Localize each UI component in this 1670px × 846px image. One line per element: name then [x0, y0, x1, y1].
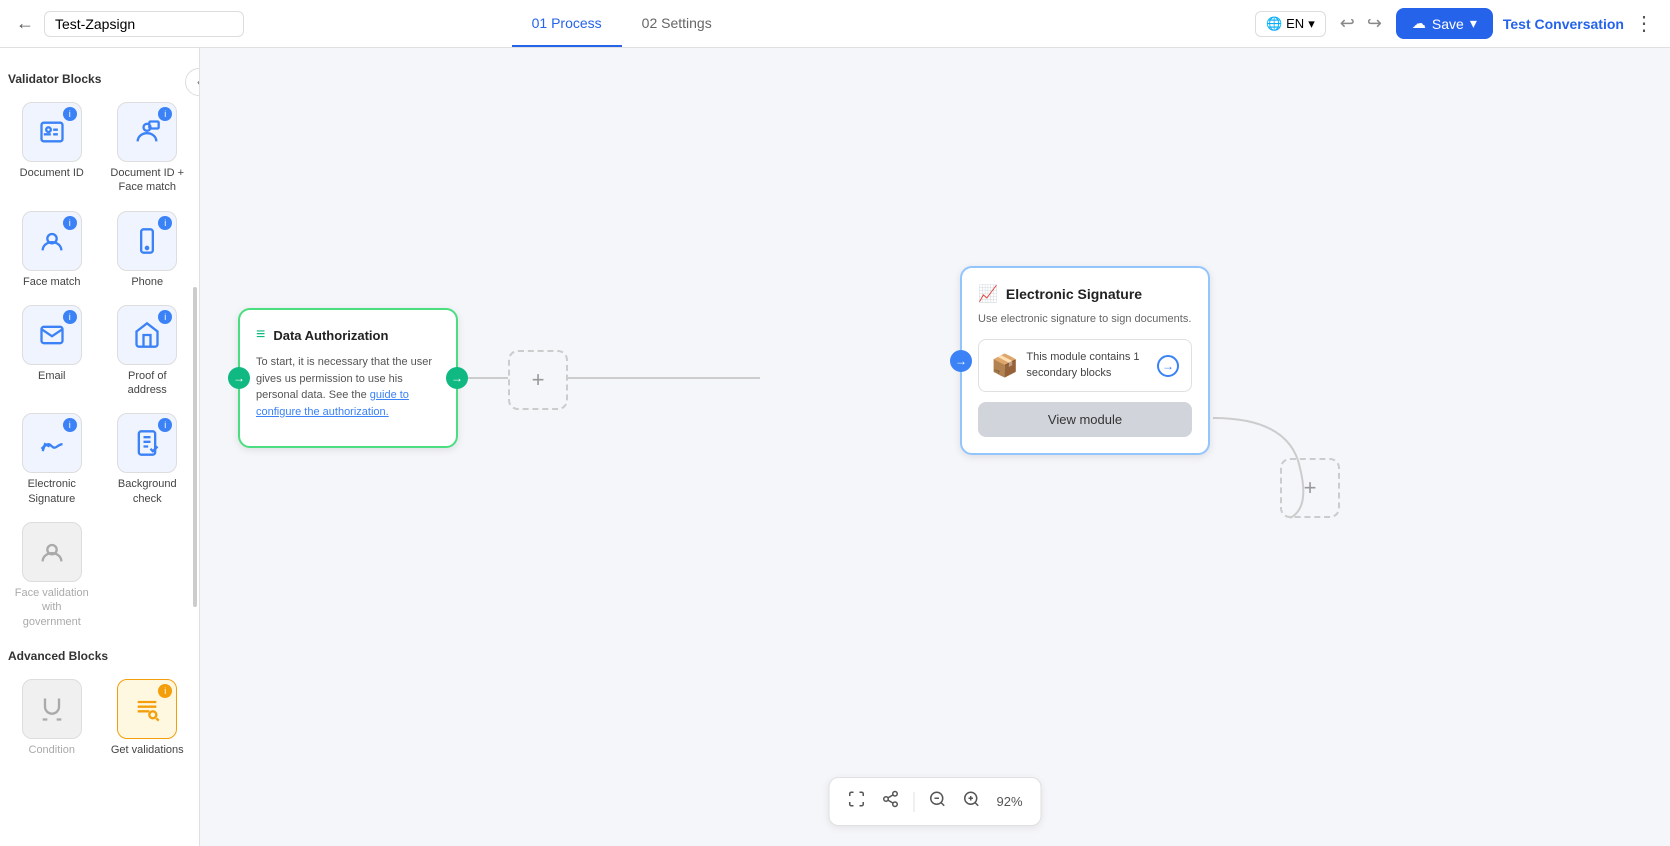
tab-settings[interactable]: 02 Settings — [622, 1, 732, 47]
secondary-blocks-text: This module contains 1 secondary blocks — [1026, 350, 1149, 381]
block-bg-check-icon: i — [117, 413, 177, 473]
node-data-auth-left-connector: → — [228, 367, 250, 389]
node-plus-after-esign[interactable]: + — [1280, 458, 1340, 518]
globe-icon: 🌐 — [1266, 16, 1282, 32]
advanced-section-title: Advanced Blocks — [8, 649, 191, 663]
save-label: Save — [1432, 16, 1464, 32]
header: ← 01 Process 02 Settings 🌐 EN ▾ ↩ ↪ ☁ Sa… — [0, 0, 1670, 48]
header-tabs: 01 Process 02 Settings — [512, 1, 732, 47]
cloud-icon: ☁ — [1412, 15, 1426, 32]
block-condition: Condition — [8, 675, 96, 761]
zoom-level-label: 92% — [990, 794, 1028, 809]
block-get-validations[interactable]: i Get validations — [104, 675, 192, 761]
info-dot: i — [63, 107, 77, 121]
block-get-validations-label: Get validations — [111, 743, 184, 757]
block-document-id-label: Document ID — [20, 166, 84, 180]
node-plus-placeholder[interactable]: + — [508, 350, 568, 410]
redo-button[interactable]: ↪ — [1363, 11, 1386, 36]
info-dot: i — [63, 216, 77, 230]
sidebar-toggle-button[interactable]: ‹ — [185, 68, 200, 96]
node-esign-subtitle: Use electronic signature to sign documen… — [978, 312, 1192, 327]
block-esign-label: Electronic Signature — [12, 477, 92, 506]
node-electronic-signature[interactable]: → 📈 Electronic Signature Use electronic … — [960, 266, 1210, 455]
block-proof-address-label: Proof of address — [108, 369, 188, 398]
view-module-button[interactable]: View module — [978, 402, 1192, 437]
title-input[interactable] — [44, 11, 244, 37]
more-options-button[interactable]: ⋮ — [1634, 11, 1654, 36]
sidebar: ‹ Validator Blocks i Document ID i Docum… — [0, 48, 200, 846]
block-email-label: Email — [38, 369, 66, 383]
block-document-id[interactable]: i Document ID — [8, 98, 96, 199]
canvas: → ≡ Data Authorization To start, it is n… — [200, 48, 1670, 846]
block-phone-icon: i — [117, 211, 177, 271]
info-dot: i — [158, 310, 172, 324]
node-esign-header: 📈 Electronic Signature — [978, 284, 1192, 304]
block-document-id-icon: i — [22, 102, 82, 162]
share-button[interactable] — [875, 784, 905, 819]
scrollbar[interactable] — [193, 287, 197, 606]
block-face-gov: Face validation with government — [8, 518, 96, 633]
block-condition-icon — [22, 679, 82, 739]
toolbar-divider — [913, 792, 914, 812]
node-esign-left-connector: → — [950, 350, 972, 372]
save-chevron-icon: ▾ — [1470, 15, 1477, 32]
zoom-in-button[interactable] — [956, 784, 986, 819]
lang-label: EN — [1286, 16, 1304, 31]
node-data-auth-header: ≡ Data Authorization — [256, 326, 440, 344]
info-dot: i — [158, 418, 172, 432]
canvas-toolbar: 92% — [828, 777, 1041, 826]
undo-button[interactable]: ↩ — [1336, 11, 1359, 36]
block-phone[interactable]: i Phone — [104, 207, 192, 293]
node-esign-title: Electronic Signature — [1006, 286, 1142, 302]
block-face-match-icon: i — [22, 211, 82, 271]
info-dot: i — [158, 684, 172, 698]
info-dot: i — [158, 107, 172, 121]
advanced-blocks-grid: Condition i Get validations — [8, 675, 191, 761]
undo-redo-group: ↩ ↪ — [1336, 11, 1386, 36]
tab-process[interactable]: 01 Process — [512, 1, 622, 47]
zoom-out-button[interactable] — [922, 784, 952, 819]
secondary-arrow-button[interactable]: → — [1157, 355, 1179, 377]
block-face-match[interactable]: i Face match — [8, 207, 96, 293]
data-auth-icon: ≡ — [256, 326, 265, 344]
block-bg-check-label: Background check — [108, 477, 188, 506]
node-esign-inner-block: 📦 This module contains 1 secondary block… — [978, 339, 1192, 392]
block-esign[interactable]: i Electronic Signature — [8, 409, 96, 510]
info-dot: i — [63, 310, 77, 324]
block-proof-address-icon: i — [117, 305, 177, 365]
node-data-authorization[interactable]: → ≡ Data Authorization To start, it is n… — [238, 308, 458, 448]
block-email-icon: i — [22, 305, 82, 365]
header-right: 🌐 EN ▾ ↩ ↪ ☁ Save ▾ Test Conversation ⋮ — [1255, 8, 1654, 39]
block-condition-label: Condition — [29, 743, 75, 757]
block-phone-label: Phone — [131, 275, 163, 289]
info-dot: i — [63, 418, 77, 432]
header-left: ← — [16, 11, 244, 37]
block-face-match-label: Face match — [23, 275, 80, 289]
block-bg-check[interactable]: i Background check — [104, 409, 192, 510]
save-button[interactable]: ☁ Save ▾ — [1396, 8, 1493, 39]
back-button[interactable]: ← — [16, 13, 34, 34]
node-data-auth-body: To start, it is necessary that the user … — [256, 354, 440, 420]
node-data-auth-right-connector: → — [446, 367, 468, 389]
block-face-gov-icon — [22, 522, 82, 582]
info-dot: i — [158, 216, 172, 230]
node-data-auth-title: Data Authorization — [273, 328, 388, 343]
block-document-face[interactable]: i Document ID + Face match — [104, 98, 192, 199]
block-proof-address[interactable]: i Proof of address — [104, 301, 192, 402]
block-esign-icon: i — [22, 413, 82, 473]
validator-blocks-grid: i Document ID i Document ID + Face match… — [8, 98, 191, 633]
main-layout: ‹ Validator Blocks i Document ID i Docum… — [0, 48, 1670, 846]
block-get-validations-icon: i — [117, 679, 177, 739]
validator-section-title: Validator Blocks — [8, 72, 191, 86]
block-document-face-icon: i — [117, 102, 177, 162]
block-face-gov-label: Face validation with government — [12, 586, 92, 629]
block-email[interactable]: i Email — [8, 301, 96, 402]
block-document-face-label: Document ID + Face match — [108, 166, 188, 195]
secondary-blocks-icon: 📦 — [991, 353, 1018, 379]
language-button[interactable]: 🌐 EN ▾ — [1255, 11, 1326, 37]
chevron-down-icon: ▾ — [1308, 16, 1315, 32]
test-conversation-button[interactable]: Test Conversation — [1503, 16, 1624, 32]
fit-view-button[interactable] — [841, 784, 871, 819]
esign-node-icon: 📈 — [978, 284, 998, 304]
